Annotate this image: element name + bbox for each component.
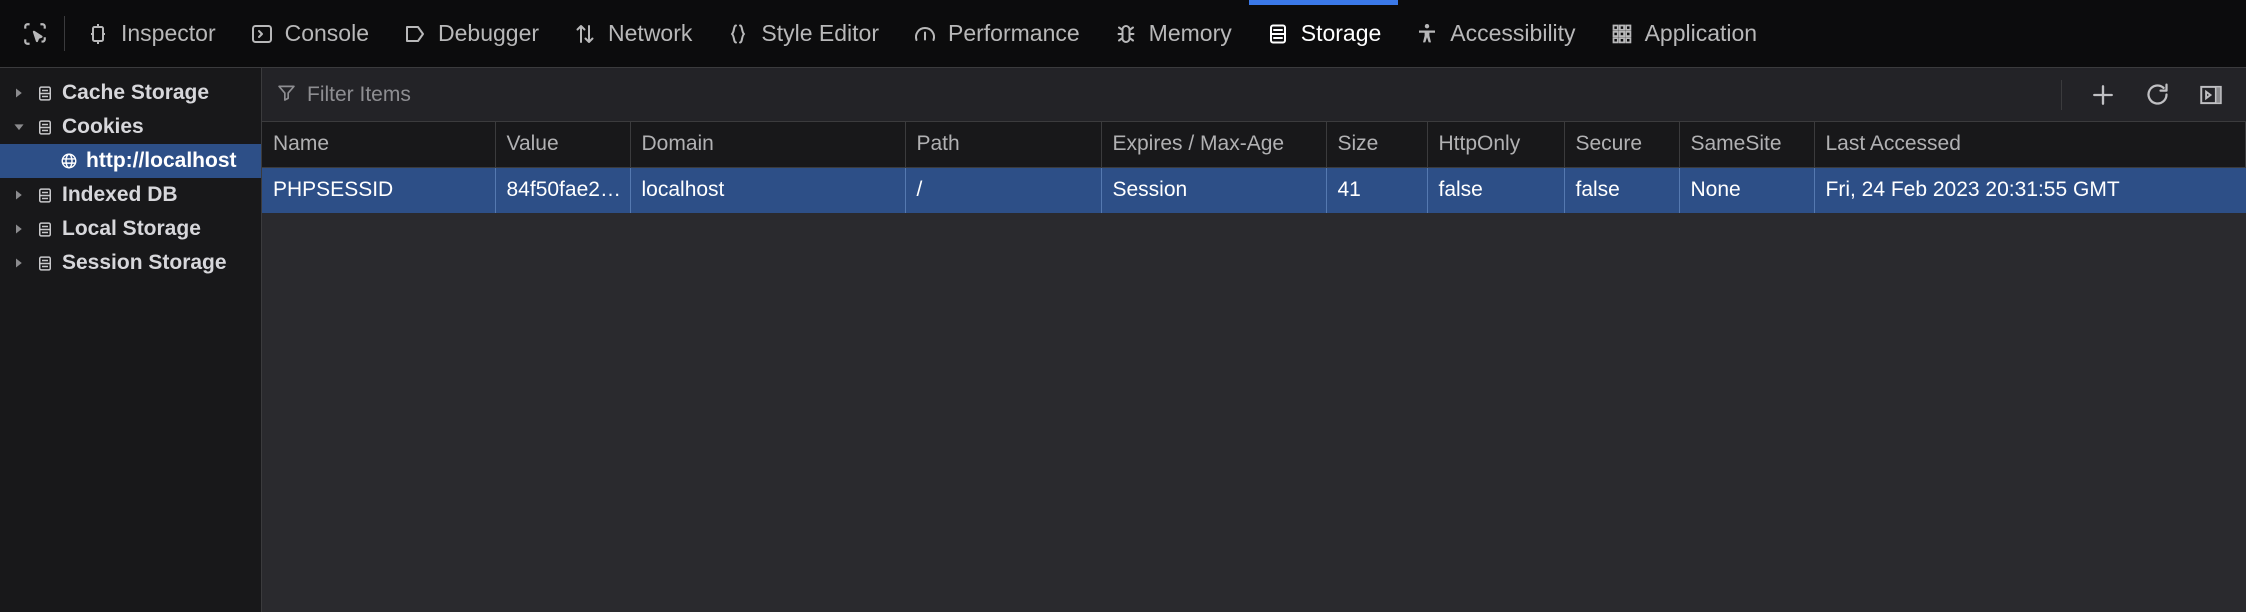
tab-label: Network <box>608 20 693 46</box>
storage-db-icon <box>36 185 54 206</box>
storage-db-icon <box>36 219 54 240</box>
filter-input-wrapper[interactable] <box>276 82 2055 108</box>
tab-inspector[interactable]: Inspector <box>69 0 233 67</box>
chevron-right-icon[interactable] <box>10 87 28 99</box>
column-header-secure[interactable]: Secure <box>1564 122 1680 168</box>
column-header-samesite[interactable]: SameSite <box>1679 122 1815 168</box>
cell-value: 84f50fae2402… <box>495 167 631 213</box>
sidebar-item-label: Cookies <box>62 115 144 138</box>
storage-db-icon <box>36 83 54 104</box>
chevron-down-icon[interactable] <box>10 121 28 133</box>
application-icon <box>1610 22 1634 46</box>
cell-samesite: None <box>1679 167 1815 213</box>
refresh-button[interactable] <box>2130 73 2184 117</box>
network-icon <box>573 22 597 46</box>
chevron-right-icon[interactable] <box>10 189 28 201</box>
globe-icon <box>60 150 78 172</box>
storage-db-icon <box>36 117 54 138</box>
cell-httponly: false <box>1427 167 1565 213</box>
storage-tree-sidebar: Cache Storage Cookies http://localhost I… <box>0 68 262 612</box>
toggle-panel-button[interactable] <box>2184 73 2238 117</box>
cell-domain: localhost <box>630 167 906 213</box>
element-picker-button[interactable] <box>6 0 64 67</box>
chevron-right-icon[interactable] <box>10 223 28 235</box>
sidebar-item-label: http://localhost <box>86 149 237 172</box>
cookies-table: Name Value Domain Path Expires / Max-Age… <box>262 122 2246 213</box>
sidebar-item-session-storage[interactable]: Session Storage <box>0 246 261 280</box>
tab-label: Storage <box>1300 20 1382 46</box>
cell-size: 41 <box>1326 167 1428 213</box>
table-empty-area <box>262 213 2246 612</box>
tab-application[interactable]: Application <box>1593 0 1775 67</box>
column-header-size[interactable]: Size <box>1326 122 1428 168</box>
tab-console[interactable]: Console <box>233 0 386 67</box>
tab-debugger[interactable]: Debugger <box>386 0 556 67</box>
panel-toggle-icon <box>2200 85 2222 104</box>
cell-name: PHPSESSID <box>262 167 496 213</box>
sidebar-item-local-storage[interactable]: Local Storage <box>0 212 261 246</box>
devtools-tab-list: Inspector Console Debugger Network Style… <box>69 0 1774 67</box>
sidebar-item-cookies[interactable]: Cookies <box>0 110 261 144</box>
column-header-domain[interactable]: Domain <box>630 122 906 168</box>
chevron-right-icon[interactable] <box>10 257 28 269</box>
storage-main-panel: Name Value Domain Path Expires / Max-Age… <box>262 68 2246 612</box>
column-header-value[interactable]: Value <box>495 122 631 168</box>
console-icon <box>250 22 274 46</box>
cell-expires: Session <box>1101 167 1327 213</box>
table-row[interactable]: PHPSESSID 84f50fae2402… localhost / Sess… <box>262 167 2246 213</box>
cell-path: / <box>905 167 1102 213</box>
sidebar-item-indexed-db[interactable]: Indexed DB <box>0 178 261 212</box>
cell-secure: false <box>1564 167 1680 213</box>
performance-icon <box>913 22 937 46</box>
tab-label: Inspector <box>121 20 216 46</box>
tab-storage[interactable]: Storage <box>1248 0 1399 67</box>
filter-toolbar-divider <box>2061 79 2062 110</box>
style-editor-icon <box>726 22 750 46</box>
plus-icon <box>2093 84 2113 105</box>
accessibility-icon <box>1415 22 1439 46</box>
tab-memory[interactable]: Memory <box>1097 0 1249 67</box>
storage-db-icon <box>36 253 54 274</box>
sidebar-item-label: Session Storage <box>62 251 227 274</box>
tab-label: Accessibility <box>1450 20 1576 46</box>
devtools-toolbar: Inspector Console Debugger Network Style… <box>0 0 2246 68</box>
column-header-expires[interactable]: Expires / Max-Age <box>1101 122 1327 168</box>
sidebar-item-label: Indexed DB <box>62 183 178 206</box>
inspector-icon <box>86 22 110 46</box>
tab-label: Debugger <box>438 20 540 46</box>
tab-label: Memory <box>1148 20 1232 46</box>
add-item-button[interactable] <box>2076 73 2130 117</box>
tab-label: Console <box>284 20 369 46</box>
table-header-row: Name Value Domain Path Expires / Max-Age… <box>262 122 2246 168</box>
storage-icon <box>1266 22 1290 46</box>
tab-style-editor[interactable]: Style Editor <box>709 0 896 67</box>
sidebar-item-label: Cache Storage <box>62 81 210 104</box>
devtools-body: Cache Storage Cookies http://localhost I… <box>0 68 2246 612</box>
column-header-path[interactable]: Path <box>905 122 1102 168</box>
memory-icon <box>1114 22 1138 46</box>
sidebar-item-cache-storage[interactable]: Cache Storage <box>0 76 261 110</box>
tab-label: Application <box>1644 20 1758 46</box>
filter-toolbar <box>262 68 2246 122</box>
column-header-httponly[interactable]: HttpOnly <box>1427 122 1565 168</box>
sidebar-item-http-localhost[interactable]: http://localhost <box>0 144 261 178</box>
refresh-icon <box>2146 83 2168 105</box>
tab-label: Style Editor <box>761 20 879 46</box>
debugger-icon <box>403 22 427 46</box>
cell-last-accessed: Fri, 24 Feb 2023 20:31:55 GMT <box>1825 178 2120 202</box>
element-picker-icon <box>24 22 46 45</box>
tab-label: Performance <box>948 20 1080 46</box>
tab-network[interactable]: Network <box>556 0 709 67</box>
funnel-icon <box>276 82 297 108</box>
column-header-name[interactable]: Name <box>262 122 496 168</box>
sidebar-item-label: Local Storage <box>62 217 201 240</box>
tab-performance[interactable]: Performance <box>896 0 1097 67</box>
tab-accessibility[interactable]: Accessibility <box>1398 0 1592 67</box>
filter-input[interactable] <box>307 82 2055 107</box>
column-header-last-accessed[interactable]: Last Accessed <box>1814 122 2246 168</box>
toolbar-divider <box>64 16 65 51</box>
